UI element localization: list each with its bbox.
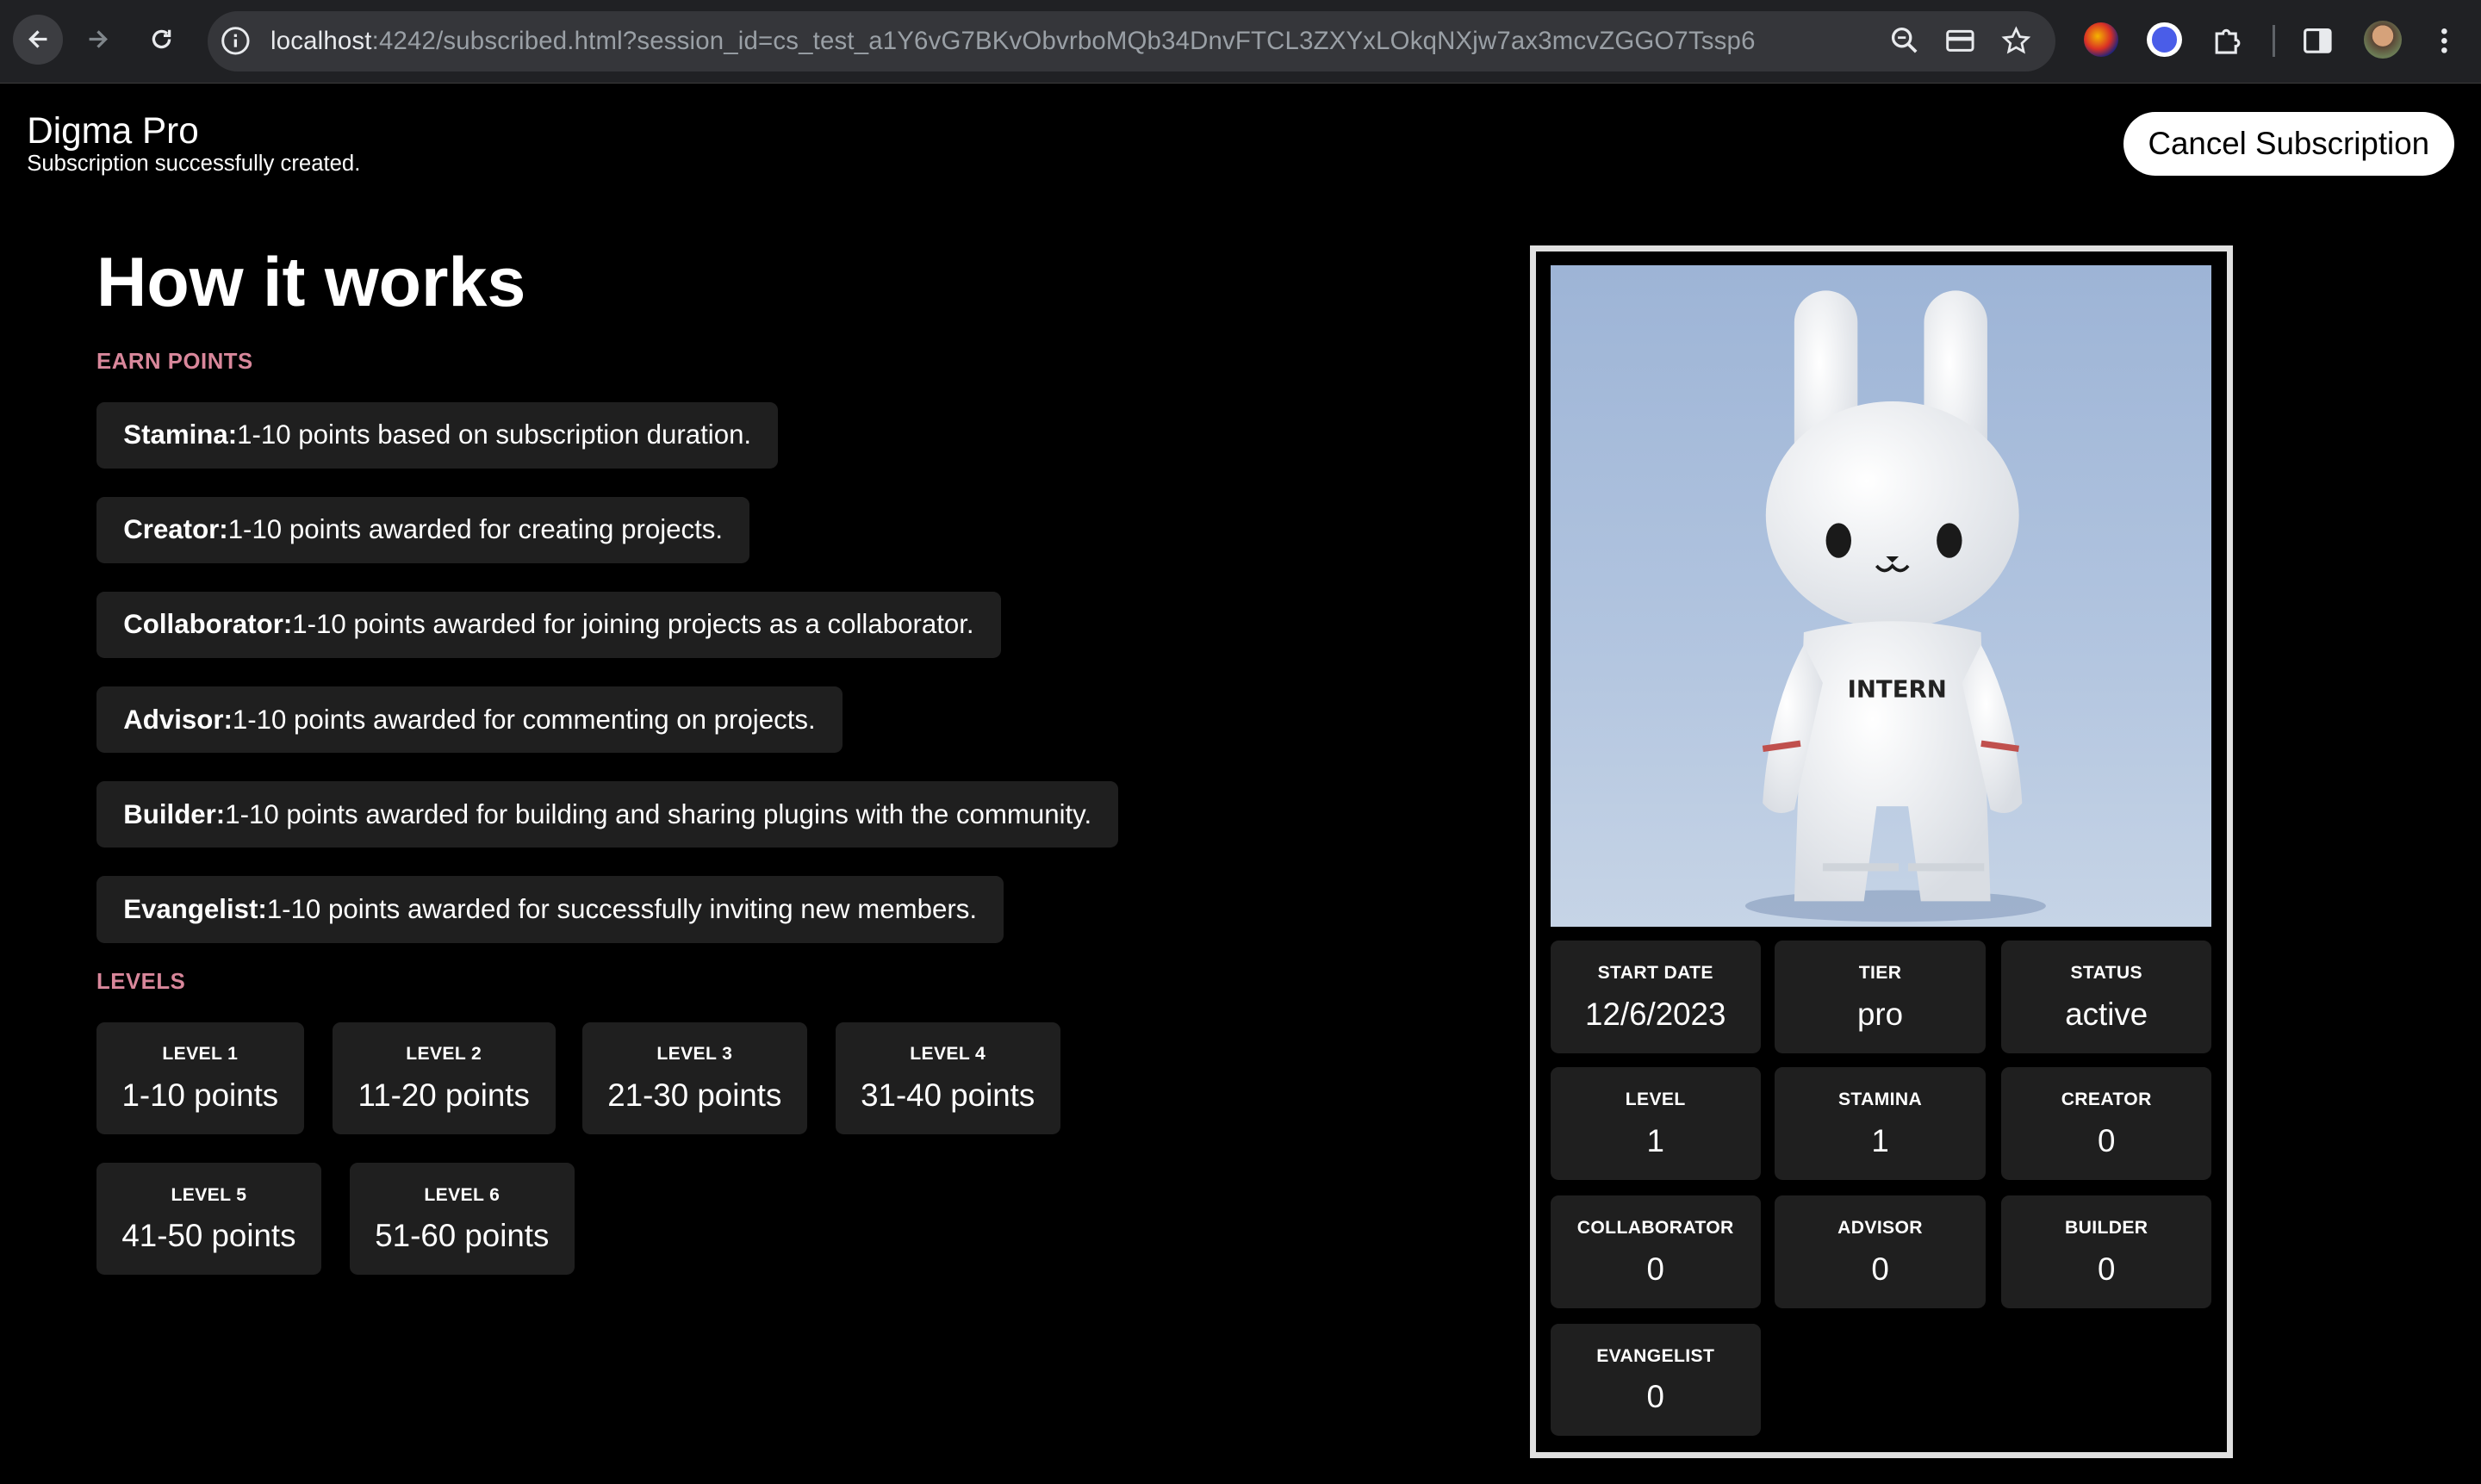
level-card-3: LEVEL 3 21-30 points (581, 1021, 807, 1134)
arrow-left-icon (28, 30, 47, 49)
arrow-right-icon (89, 30, 109, 49)
levels-heading: LEVELS (96, 969, 186, 994)
level-label: LEVEL 6 (424, 1184, 501, 1205)
stat-value: 0 (1646, 1379, 1664, 1415)
point-item-creator: Creator: 1-10 points awarded for creating… (96, 496, 750, 563)
level-card-2: LEVEL 2 11-20 points (332, 1021, 556, 1134)
toolbar-divider (2272, 25, 2276, 58)
card-icon[interactable] (1944, 25, 1976, 57)
earn-points-heading: EARN POINTS (96, 349, 253, 374)
level-label: LEVEL 2 (406, 1044, 482, 1065)
forward-button[interactable] (72, 15, 123, 65)
point-desc: 1-10 points awarded for creating project… (227, 514, 724, 545)
stat-value: 1 (1646, 1122, 1664, 1158)
level-card-4: LEVEL 4 31-40 points (835, 1021, 1060, 1134)
point-desc: 1-10 points awarded for joining projects… (292, 609, 974, 640)
reload-icon (152, 30, 171, 49)
level-card-1: LEVEL 1 1-10 points (96, 1021, 304, 1134)
back-button[interactable] (12, 14, 64, 65)
bookmark-star-icon[interactable] (2000, 25, 2032, 57)
point-name: Stamina: (123, 419, 238, 450)
stat-tier: TIER pro (1775, 941, 1986, 1053)
browser-toolbar: localhost:4242/subscribed.html?session_i… (0, 0, 2481, 84)
level-label: LEVEL 4 (910, 1044, 986, 1065)
stat-label: START DATE (1597, 963, 1713, 984)
membership-card: INTERN START DATE 12/6/2023 TIER pro STATU… (1530, 245, 2233, 1459)
stat-value: 0 (2097, 1122, 2116, 1158)
reload-button[interactable] (136, 15, 187, 65)
point-desc: 1-10 points awarded for building and sha… (225, 798, 1092, 829)
point-desc: 1-10 points awarded for commenting on pr… (232, 704, 816, 735)
level-points: 51-60 points (375, 1218, 550, 1254)
stat-value: 1 (1871, 1122, 1889, 1158)
stat-value: 0 (1871, 1251, 1889, 1287)
point-name: Advisor: (123, 704, 233, 735)
stat-advisor: ADVISOR 0 (1775, 1195, 1986, 1308)
stat-value: 0 (1646, 1251, 1664, 1287)
stat-value: pro (1857, 996, 1904, 1032)
avatar-image: INTERN (1550, 265, 2212, 927)
stat-collaborator: COLLABORATOR 0 (1550, 1195, 1761, 1308)
point-item-stamina: Stamina: 1-10 points based on subscriptio… (96, 401, 779, 469)
app-title: Digma Pro (27, 109, 199, 151)
url-text[interactable]: localhost:4242/subscribed.html?session_i… (270, 27, 1756, 56)
address-bar[interactable]: localhost:4242/subscribed.html?session_i… (207, 10, 2055, 71)
points-list: Stamina: 1-10 points based on subscriptio… (96, 401, 1119, 972)
stat-label: BUILDER (2065, 1217, 2148, 1238)
point-name: Creator: (123, 514, 228, 545)
level-points: 11-20 points (358, 1077, 530, 1113)
level-points: 41-50 points (121, 1218, 296, 1254)
point-item-builder: Builder: 1-10 points awarded for building… (96, 781, 1119, 848)
level-points: 21-30 points (607, 1077, 782, 1113)
point-name: Evangelist: (123, 894, 267, 925)
profile-avatar[interactable] (2364, 20, 2403, 59)
level-card-6: LEVEL 6 51-60 points (349, 1162, 575, 1276)
point-item-advisor: Advisor: 1-10 points awarded for commenti… (96, 686, 843, 754)
level-card-5: LEVEL 5 41-50 points (96, 1162, 321, 1276)
level-label: LEVEL 5 (171, 1184, 247, 1205)
stat-value: 0 (2097, 1251, 2116, 1287)
stat-builder: BUILDER 0 (2001, 1195, 2212, 1308)
site-info-icon[interactable] (220, 25, 252, 57)
extension-icon[interactable] (2083, 22, 2119, 58)
stat-value: active (2065, 996, 2148, 1032)
stat-label: COLLABORATOR (1576, 1217, 1734, 1238)
stat-label: TIER (1858, 963, 1902, 984)
level-label: LEVEL 1 (162, 1044, 239, 1065)
stat-stamina: STAMINA 1 (1775, 1067, 1986, 1180)
subscription-status-text: Subscription successfully created. (27, 152, 361, 177)
stat-level: LEVEL 1 (1550, 1067, 1761, 1180)
bunny-mascot-illustration: INTERN (1744, 290, 2046, 922)
stat-label: LEVEL (1625, 1090, 1686, 1110)
badge-text: INTERN (1847, 676, 1946, 704)
point-name: Collaborator: (123, 609, 293, 640)
stat-label: STATUS (2070, 963, 2142, 984)
more-menu-icon[interactable] (2428, 25, 2460, 57)
stat-label: STAMINA (1837, 1090, 1923, 1110)
w-extension-icon[interactable] (2147, 22, 2182, 58)
point-item-collaborator: Collaborator: 1-10 points awarded for joi… (96, 591, 1001, 659)
level-label: LEVEL 3 (656, 1044, 733, 1065)
stat-status: STATUS active (2001, 941, 2212, 1053)
stat-evangelist: EVANGELIST 0 (1550, 1323, 1761, 1437)
level-points: 31-40 points (861, 1077, 1035, 1113)
stat-value: 12/6/2023 (1585, 996, 1726, 1032)
stat-label: CREATOR (2061, 1090, 2152, 1110)
page-title: How it works (96, 243, 526, 321)
stat-label: ADVISOR (1837, 1217, 1923, 1238)
level-points: 1-10 points (121, 1077, 279, 1113)
point-desc: 1-10 points based on subscription durati… (237, 419, 752, 450)
puzzle-extensions-icon[interactable] (2209, 24, 2243, 59)
point-name: Builder: (123, 798, 226, 829)
zoom-icon[interactable] (1889, 25, 1921, 57)
point-item-evangelist: Evangelist: 1-10 points awarded for succe… (96, 876, 1004, 943)
stat-start-date: START DATE 12/6/2023 (1550, 941, 1761, 1053)
side-panel-icon[interactable] (2302, 25, 2334, 57)
stat-label: EVANGELIST (1596, 1345, 1715, 1366)
stat-creator: CREATOR 0 (2001, 1067, 2212, 1180)
point-desc: 1-10 points awarded for successfully inv… (266, 894, 978, 925)
cancel-subscription-button[interactable]: Cancel Subscription (2123, 112, 2454, 176)
